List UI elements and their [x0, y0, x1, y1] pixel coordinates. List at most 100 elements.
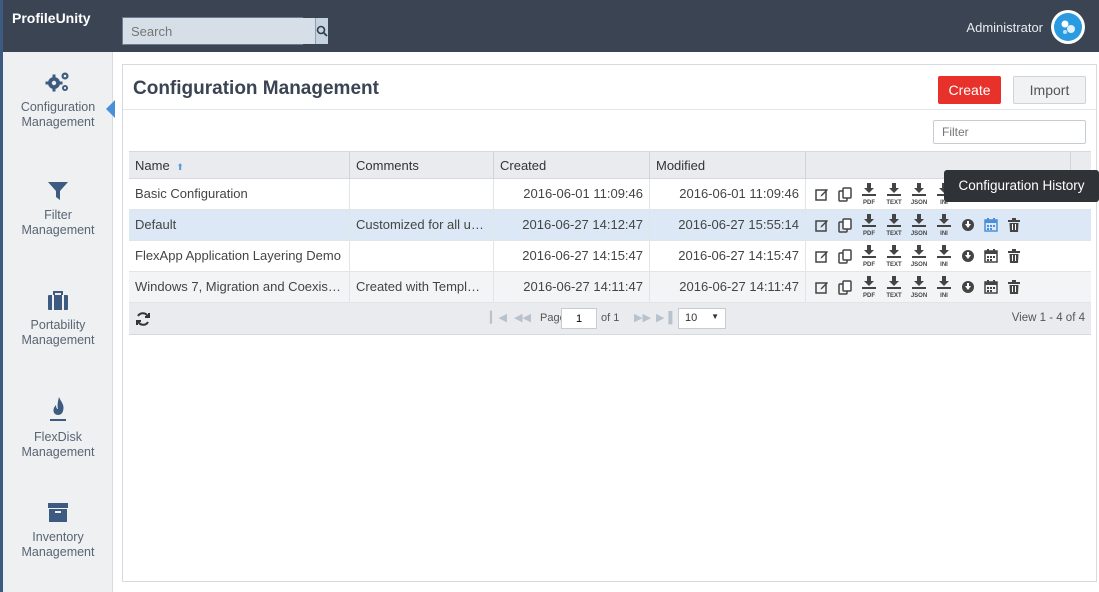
download-text-button[interactable]: TEXT [883, 212, 905, 238]
row-name: FlexApp Application Layering Demo [129, 241, 350, 271]
copy-button[interactable] [835, 214, 855, 236]
configuration-history-button[interactable] [981, 245, 1001, 267]
download-pdf-button[interactable]: PDF [858, 243, 880, 269]
download-json-button[interactable]: JSON [908, 243, 930, 269]
import-button[interactable]: Import [1013, 76, 1086, 104]
calendar-icon [984, 249, 998, 263]
download-pdf-button[interactable]: PDF [858, 274, 880, 300]
last-page-button[interactable]: ▶▐ [656, 311, 672, 324]
download-icon [937, 244, 951, 261]
edit-button[interactable] [812, 245, 832, 267]
table-row[interactable]: Windows 7, Migration and Coexiste... Crea… [129, 272, 1091, 303]
column-header-name[interactable]: Name ⬆ [129, 152, 350, 179]
edit-button[interactable] [812, 276, 832, 298]
download-icon [887, 244, 901, 261]
edit-button[interactable] [812, 183, 832, 205]
download-text-button[interactable]: TEXT [883, 243, 905, 269]
circle-download-icon [962, 250, 974, 262]
search-icon [316, 25, 328, 37]
page-size-select[interactable]: 10 ▼ [678, 308, 726, 329]
row-comments [350, 241, 494, 271]
filter-icon [48, 182, 68, 200]
row-created: 2016-06-27 14:15:47 [494, 241, 650, 271]
sidebar-item-filter[interactable]: Filter Management [3, 180, 113, 238]
download-json-button[interactable]: JSON [908, 181, 930, 207]
trash-icon [1008, 218, 1020, 232]
deploy-button[interactable] [958, 276, 978, 298]
prev-page-icon: ◀◀ [514, 312, 531, 324]
row-name: Windows 7, Migration and Coexiste... [129, 272, 350, 302]
user-avatar-icon [1054, 13, 1082, 41]
prev-page-button[interactable]: ◀◀ [514, 311, 531, 324]
download-format-label: INI [940, 261, 948, 268]
first-page-button[interactable]: ▎◀ [490, 311, 507, 324]
search-button[interactable] [315, 18, 328, 44]
row-comments: Customized for all us... [350, 210, 494, 240]
delete-button[interactable] [1004, 245, 1024, 267]
download-format-label: JSON [910, 230, 928, 237]
download-json-button[interactable]: JSON [908, 212, 930, 238]
edit-icon [815, 220, 828, 232]
record-count: View 1 - 4 of 4 [1011, 312, 1085, 324]
refresh-button[interactable] [135, 311, 151, 330]
left-accent-line [0, 0, 3, 592]
download-pdf-button[interactable]: PDF [858, 181, 880, 207]
download-icon [887, 182, 901, 199]
download-ini-button[interactable]: INI [933, 212, 955, 238]
next-page-button[interactable]: ▶▶ [634, 311, 651, 324]
gears-icon [45, 72, 69, 92]
copy-icon [837, 279, 852, 295]
page-number-input[interactable] [561, 308, 597, 329]
sidebar-item-label: Filter [44, 208, 72, 222]
sidebar-item-flexdisk[interactable]: FlexDisk Management [3, 396, 113, 460]
sidebar: Configuration Management Filter Manageme… [3, 52, 115, 592]
column-header-modified[interactable]: Modified [650, 152, 806, 179]
trash-icon [1008, 280, 1020, 294]
download-pdf-button[interactable]: PDF [858, 212, 880, 238]
row-comments [350, 179, 494, 209]
table-row[interactable]: Default Customized for all us... 2016-06-2… [129, 210, 1091, 241]
download-text-button[interactable]: TEXT [883, 274, 905, 300]
column-header-created[interactable]: Created [494, 152, 650, 179]
create-button[interactable]: Create [938, 76, 1001, 104]
table-row[interactable]: FlexApp Application Layering Demo 2016-06… [129, 241, 1091, 272]
deploy-button[interactable] [958, 245, 978, 267]
column-header-comments[interactable]: Comments [350, 152, 494, 179]
download-icon [862, 244, 876, 261]
deploy-button[interactable] [958, 214, 978, 236]
search-input[interactable] [123, 18, 315, 44]
avatar[interactable] [1051, 10, 1085, 44]
copy-button[interactable] [835, 183, 855, 205]
first-page-icon: ▎◀ [490, 312, 507, 324]
download-icon [912, 213, 926, 230]
delete-button[interactable] [1004, 276, 1024, 298]
copy-button[interactable] [835, 245, 855, 267]
row-modified: 2016-06-27 14:15:47 [650, 241, 806, 271]
sidebar-item-label: Inventory [32, 530, 84, 544]
filter-input[interactable] [933, 120, 1086, 144]
row-actions: PDF TEXT JSON INI [806, 210, 1024, 240]
delete-button[interactable] [1004, 214, 1024, 236]
download-text-button[interactable]: TEXT [883, 181, 905, 207]
download-format-label: PDF [863, 261, 875, 268]
download-ini-button[interactable]: INI [933, 274, 955, 300]
user-name: Administrator [966, 19, 1043, 35]
brand-logo[interactable]: ProfileUnity [0, 0, 120, 52]
calendar-icon [984, 280, 998, 294]
download-icon [862, 275, 876, 292]
download-json-button[interactable]: JSON [908, 274, 930, 300]
configuration-history-button[interactable] [981, 276, 1001, 298]
sidebar-item-portability[interactable]: Portability Management [3, 290, 113, 348]
copy-button[interactable] [835, 276, 855, 298]
archive-icon [48, 503, 68, 522]
download-ini-button[interactable]: INI [933, 243, 955, 269]
edit-button[interactable] [812, 214, 832, 236]
calendar-icon [984, 218, 998, 232]
row-modified: 2016-06-27 14:11:47 [650, 272, 806, 302]
user-menu[interactable]: Administrator [966, 10, 1085, 44]
sidebar-item-configuration[interactable]: Configuration Management [3, 70, 115, 130]
sidebar-item-inventory[interactable]: Inventory Management [3, 502, 113, 560]
configuration-history-button[interactable] [981, 214, 1001, 236]
flame-icon [50, 397, 66, 421]
row-created: 2016-06-27 14:11:47 [494, 272, 650, 302]
